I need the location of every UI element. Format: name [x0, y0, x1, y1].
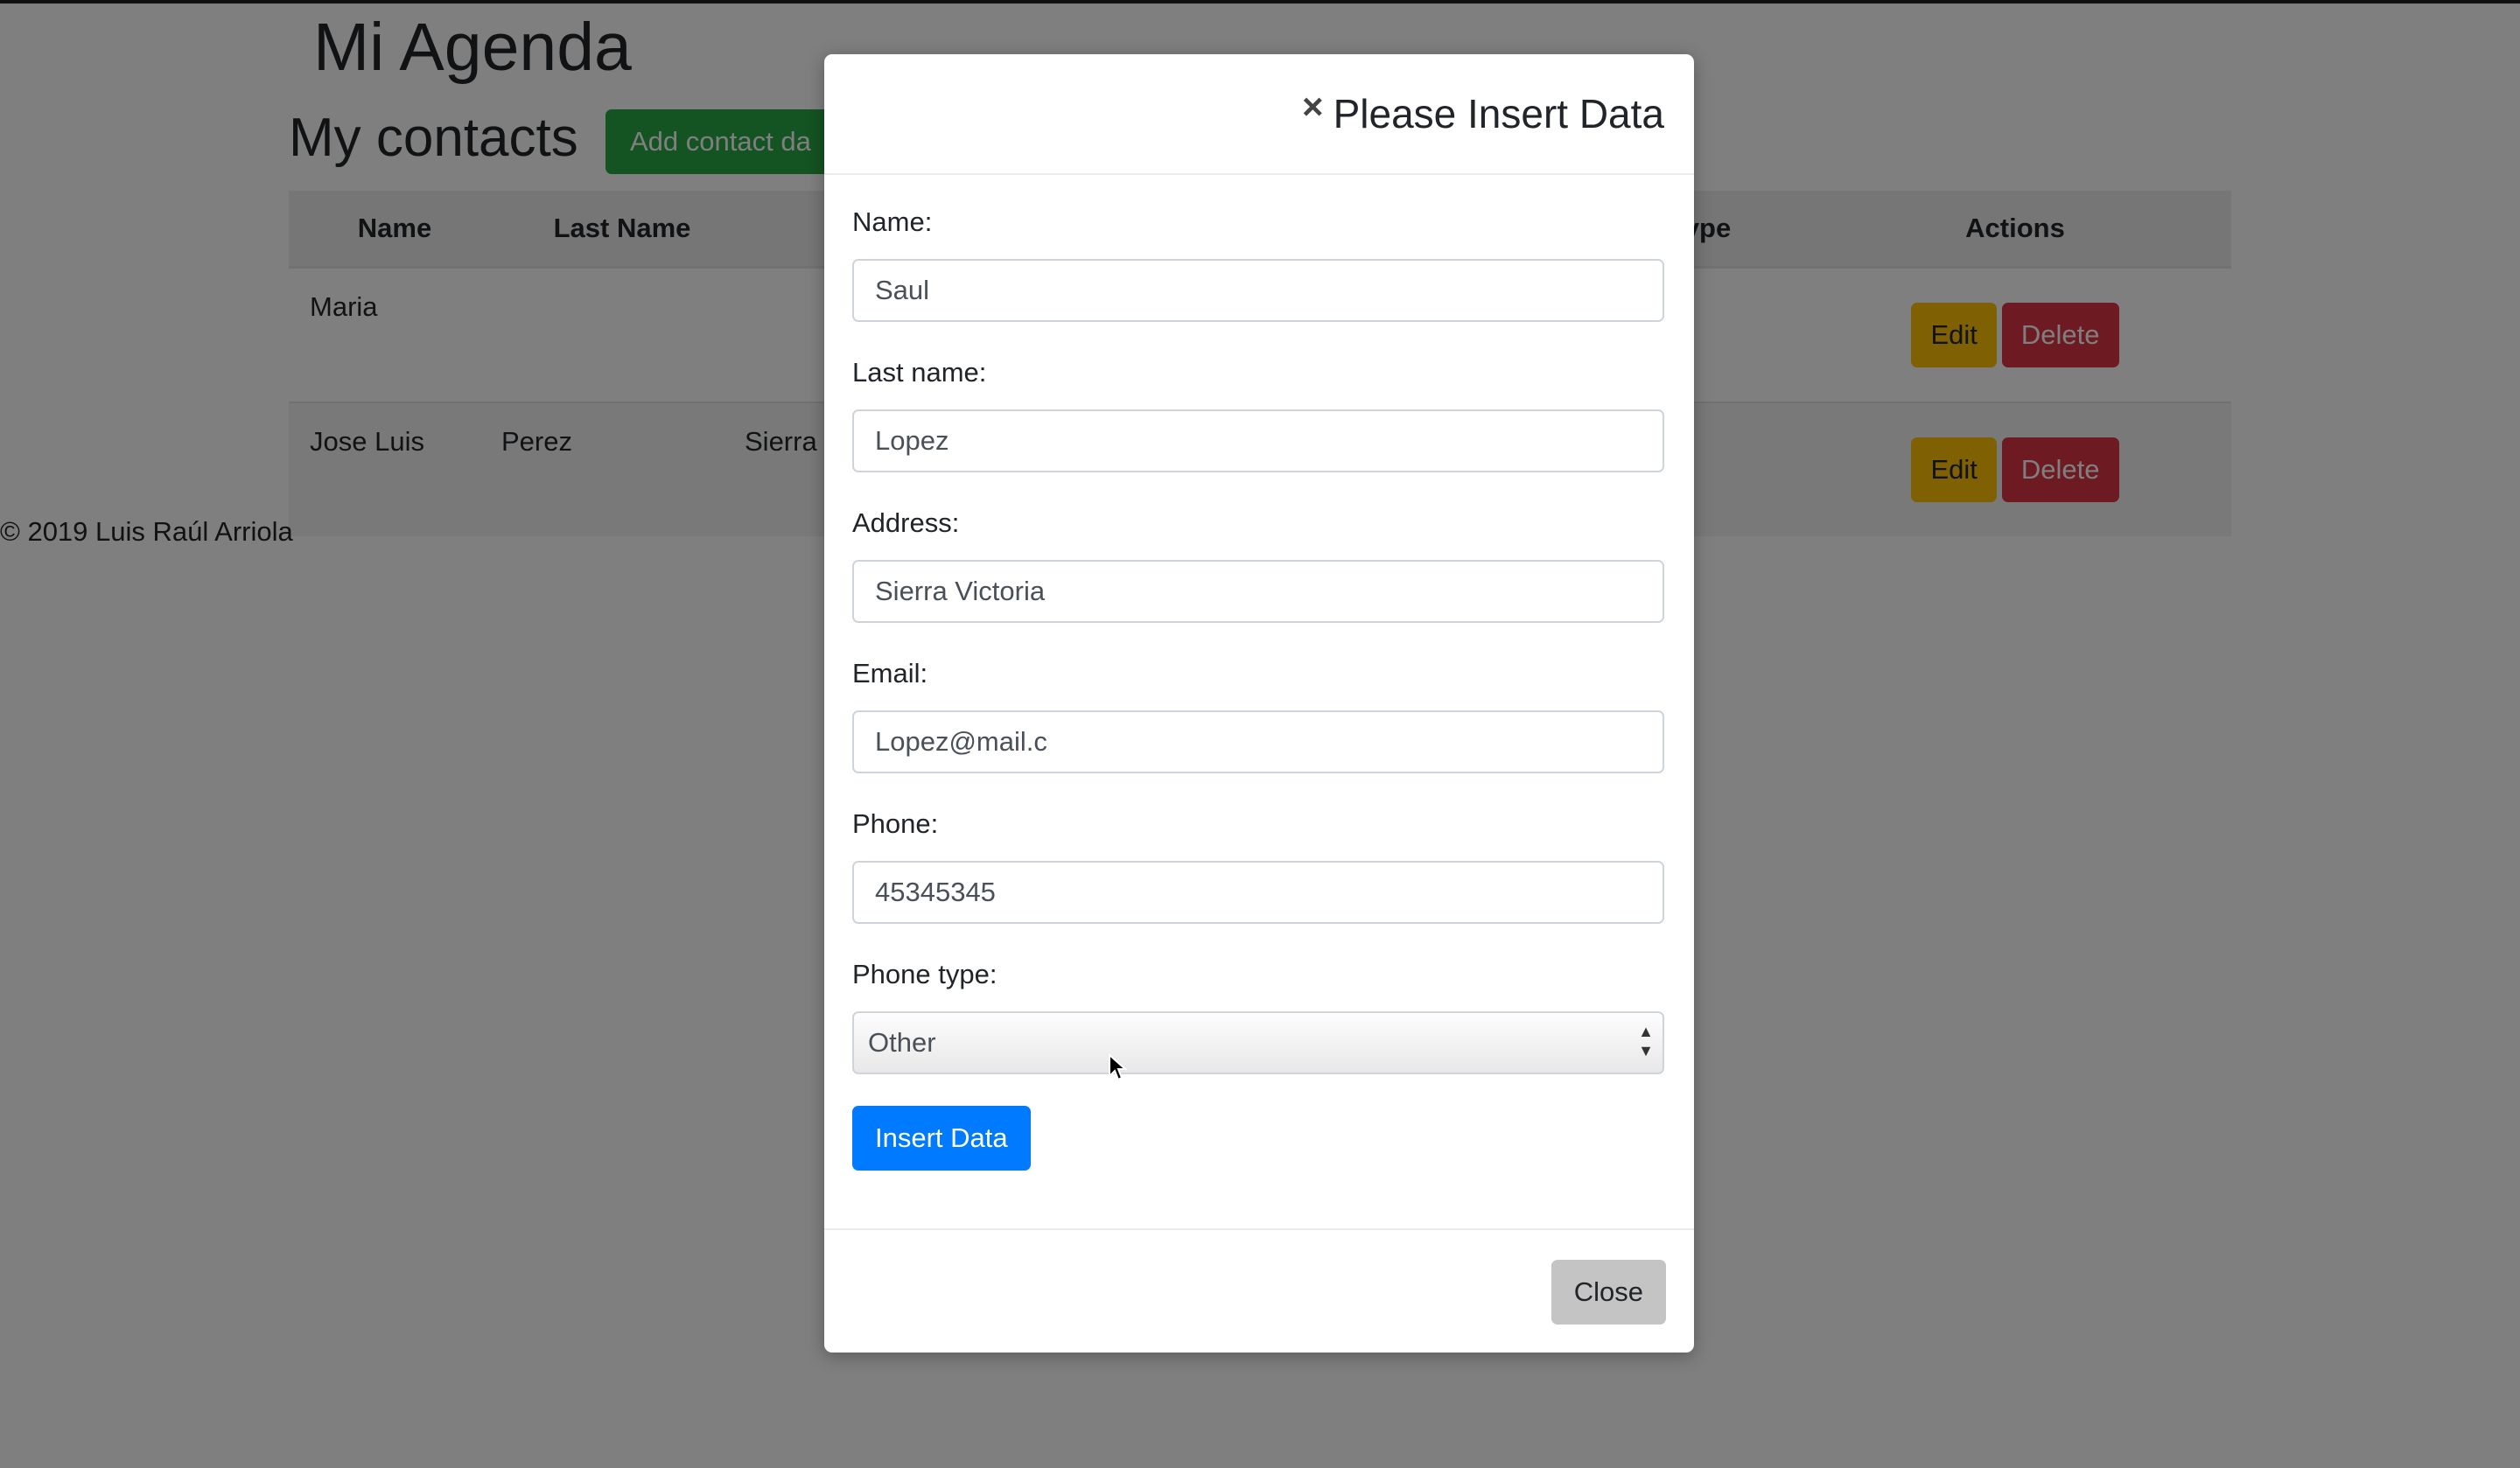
phone-input[interactable]: 45345345: [852, 861, 1664, 924]
email-input[interactable]: Lopez@mail.c: [852, 710, 1664, 773]
address-input[interactable]: Sierra Victoria: [852, 560, 1664, 623]
email-label: Email:: [852, 658, 928, 689]
last-name-label: Last name:: [852, 357, 987, 388]
name-label: Name:: [852, 206, 933, 237]
phone-type-label: Phone type:: [852, 959, 998, 989]
modal-footer: Close: [824, 1228, 1694, 1354]
mouse-pointer-icon: [1109, 1053, 1127, 1081]
phone-type-value: Other: [868, 1027, 936, 1058]
phone-label: Phone:: [852, 808, 939, 839]
select-arrows-icon: ▲ ▼: [1638, 1023, 1654, 1059]
modal-header: × Please Insert Data: [824, 54, 1694, 175]
address-label: Address:: [852, 507, 960, 538]
insert-data-button[interactable]: Insert Data: [852, 1106, 1031, 1171]
name-input[interactable]: Saul: [852, 259, 1664, 322]
insert-data-modal: × Please Insert Data Name: Saul Last nam…: [824, 54, 1694, 1353]
close-button[interactable]: Close: [1550, 1260, 1666, 1325]
phone-type-select[interactable]: Other ▲ ▼: [852, 1011, 1664, 1074]
close-icon[interactable]: ×: [1302, 86, 1324, 128]
modal-title: Please Insert Data: [1333, 91, 1664, 136]
last-name-input[interactable]: Lopez: [852, 409, 1664, 472]
